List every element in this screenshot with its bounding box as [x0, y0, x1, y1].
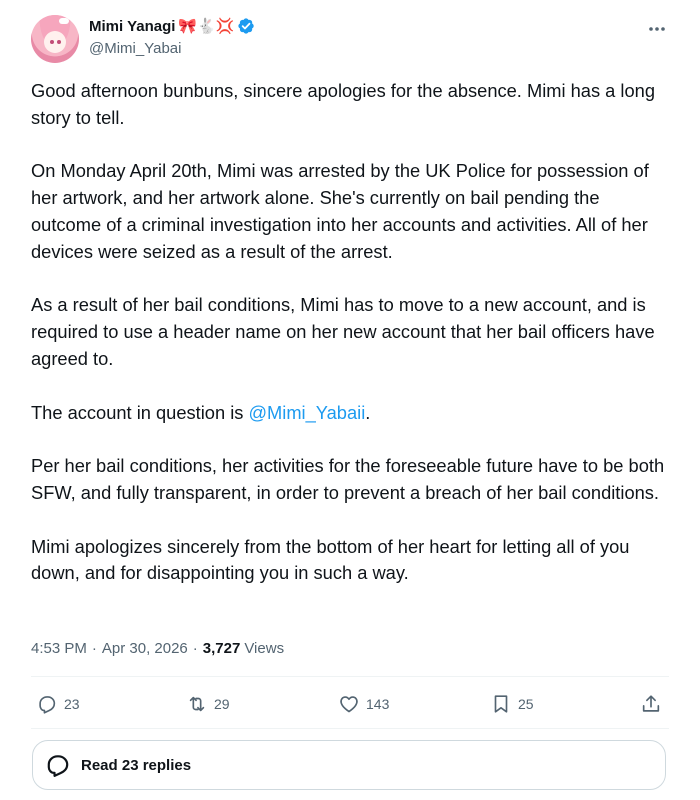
meta-separator: ·: [192, 639, 198, 657]
post-date[interactable]: Apr 30, 2026: [102, 640, 188, 657]
avatar-eye: [50, 40, 54, 44]
avatar-eye: [57, 40, 61, 44]
like-count: 143: [366, 696, 390, 712]
post-text-segment: The account in question is: [31, 401, 249, 423]
post-time[interactable]: 4:53 PM: [31, 640, 87, 657]
post-paragraph: Per her bail conditions, her activities …: [31, 455, 665, 503]
avatar[interactable]: [31, 15, 79, 63]
views-label: Views: [244, 639, 285, 657]
post-container: Mimi Yanagi 🎀🐇💢 @Mimi_Yabai Good afterno…: [0, 0, 700, 800]
bookmark-button[interactable]: 25: [490, 693, 534, 715]
post-paragraph: As a result of her bail conditions, Mimi…: [31, 294, 655, 369]
author-name-emojis: 🎀🐇💢: [178, 17, 235, 35]
author-name-row[interactable]: Mimi Yanagi 🎀🐇💢: [89, 16, 255, 36]
divider: [31, 728, 669, 729]
post-meta: 4:53 PM · Apr 30, 2026 · 3,727 Views: [31, 637, 284, 659]
divider: [31, 676, 669, 677]
meta-separator: ·: [91, 639, 97, 657]
read-replies-button[interactable]: Read 23 replies: [32, 740, 666, 790]
more-horizontal-icon: [649, 27, 665, 31]
repost-count: 29: [214, 696, 230, 712]
mention-link[interactable]: @Mimi_Yabaii: [248, 402, 365, 423]
like-button[interactable]: 143: [338, 693, 389, 715]
author-handle[interactable]: @Mimi_Yabai: [89, 40, 181, 57]
verified-badge-icon[interactable]: [237, 17, 255, 35]
read-replies-label: Read 23 replies: [81, 756, 192, 774]
share-button[interactable]: [640, 693, 668, 715]
views-count[interactable]: 3,727: [203, 640, 241, 657]
author-display-name[interactable]: Mimi Yanagi: [89, 18, 175, 35]
chat-bubble-icon: [47, 755, 69, 777]
more-options-button[interactable]: [644, 16, 670, 42]
bookmark-count: 25: [518, 696, 534, 712]
repost-button[interactable]: 29: [186, 693, 230, 715]
heart-icon: [340, 696, 358, 713]
post-paragraph: Good afternoon bunbuns, sincere apologie…: [31, 80, 655, 128]
post-text-segment: .: [365, 401, 371, 423]
reply-count: 23: [64, 696, 80, 712]
post-paragraph: On Monday April 20th, Mimi was arrested …: [31, 160, 649, 262]
repost-icon: [189, 696, 205, 712]
post-text: Good afternoon bunbuns, sincere apologie…: [31, 78, 673, 614]
reply-button[interactable]: 23: [36, 693, 80, 715]
post-paragraph: Mimi apologizes sincerely from the botto…: [31, 535, 630, 584]
post-paragraph: The account in question is @Mimi_Yabaii.: [31, 400, 673, 427]
avatar-face: [44, 31, 66, 53]
avatar-bow: [59, 18, 69, 24]
bookmark-icon: [494, 695, 508, 713]
share-icon: [642, 695, 660, 712]
reply-icon: [39, 696, 56, 714]
